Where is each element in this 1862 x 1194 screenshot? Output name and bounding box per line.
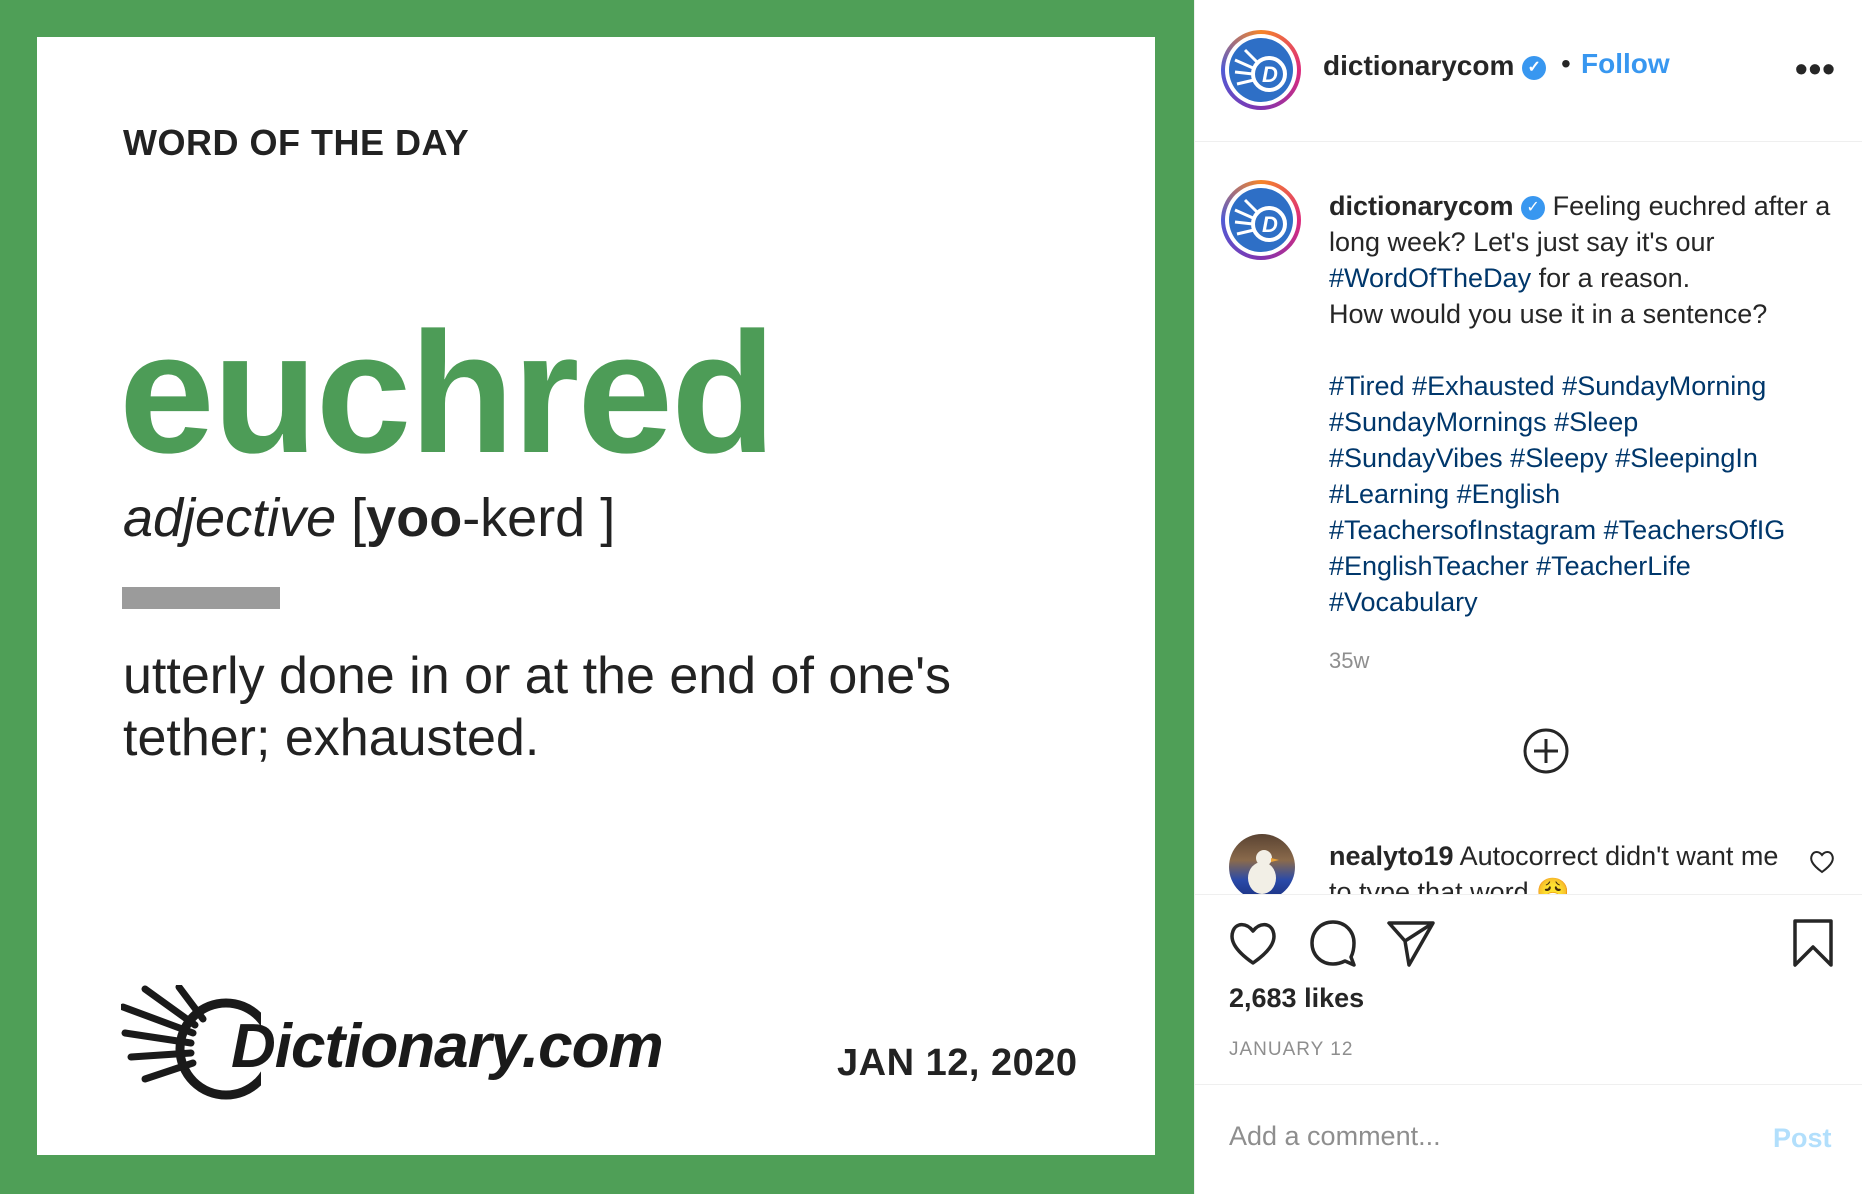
hashtag[interactable]: #SundayMornings: [1329, 407, 1547, 437]
hashtag[interactable]: #TeacherLife: [1536, 551, 1691, 581]
post-date[interactable]: JANUARY 12: [1229, 1039, 1353, 1061]
duck-photo-icon: [1248, 850, 1279, 894]
hashtag[interactable]: #Exhausted: [1412, 371, 1555, 401]
hashtag[interactable]: #Tired: [1329, 371, 1405, 401]
hashtag[interactable]: #TeachersOfIG: [1604, 515, 1786, 545]
definition: utterly done in or at the end of one's t…: [123, 647, 952, 767]
header-username-text[interactable]: dictionarycom: [1323, 50, 1514, 81]
pron-open-bracket: [: [351, 488, 367, 548]
post-actions: 2,683 likes JANUARY 12: [1195, 894, 1862, 1084]
svg-text:D: D: [1262, 62, 1278, 87]
pron-rest: -kerd: [462, 488, 586, 548]
share-paper-plane-icon[interactable]: [1385, 917, 1437, 969]
part-of-speech: adjective: [123, 488, 337, 548]
verified-badge-icon: ✓: [1521, 195, 1546, 220]
dictionary-avatar-icon: D: [1229, 188, 1293, 252]
comment-item: nealyto19 Autocorrect didn't want me to …: [1195, 820, 1862, 894]
dictionary-logo: Dictionary.com: [121, 985, 664, 1115]
header-separator: •: [1561, 48, 1571, 79]
more-options-icon[interactable]: •••: [1795, 48, 1836, 90]
commenter-avatar[interactable]: [1229, 834, 1295, 894]
card-date: JAN 12, 2020: [837, 1042, 1078, 1084]
load-more-comments-icon[interactable]: [1522, 727, 1570, 775]
hashtag[interactable]: #EnglishTeacher: [1329, 551, 1529, 581]
like-heart-icon[interactable]: [1227, 917, 1279, 969]
hashtag[interactable]: #SundayVibes: [1329, 443, 1503, 473]
likes-count[interactable]: 2,683 likes: [1229, 983, 1364, 1014]
caption-text-after: for a reason.: [1538, 263, 1691, 293]
add-comment-bar: Post: [1195, 1084, 1862, 1194]
caption-username[interactable]: dictionarycom: [1329, 191, 1514, 221]
divider-bar: [122, 587, 280, 609]
caption-question: How would you use it in a sentence?: [1329, 299, 1768, 329]
logo-wordmark: Dictionary.com: [231, 1012, 664, 1081]
post-header: D dictionarycom ✓ • Follow •••: [1195, 0, 1862, 142]
instagram-post: WORD OF THE DAY euchred adjective [yoo-k…: [0, 0, 1862, 1194]
verified-badge-icon: ✓: [1522, 55, 1547, 80]
pron-close-bracket: ]: [600, 488, 616, 548]
featured-word: euchred: [119, 297, 776, 489]
hashtag[interactable]: #English: [1457, 479, 1561, 509]
card-heading: WORD OF THE DAY: [123, 122, 470, 163]
caption-avatar[interactable]: D: [1221, 180, 1301, 260]
post-image[interactable]: WORD OF THE DAY euchred adjective [yoo-k…: [0, 0, 1194, 1194]
dictionary-avatar-icon: D: [1229, 38, 1293, 102]
pronunciation-line: adjective [yoo-kerd ]: [123, 487, 615, 549]
post-sidebar: D dictionarycom ✓ • Follow ••• D diction…: [1194, 0, 1862, 1194]
word-of-the-day-card: WORD OF THE DAY euchred adjective [yoo-k…: [37, 37, 1155, 1155]
comment-like-heart-icon[interactable]: [1809, 850, 1835, 874]
header-username[interactable]: dictionarycom ✓: [1323, 50, 1547, 82]
post-comment-button[interactable]: Post: [1773, 1123, 1832, 1154]
hashtag[interactable]: #Sleepy: [1510, 443, 1608, 473]
caption-timestamp[interactable]: 35w: [1329, 648, 1369, 674]
pron-stressed: yoo: [366, 488, 463, 548]
comment-bubble-icon[interactable]: [1307, 917, 1359, 969]
post-caption: dictionarycom ✓ Feeling euchred after a …: [1329, 188, 1849, 332]
svg-text:D: D: [1262, 212, 1278, 237]
hashtag[interactable]: #Learning: [1329, 479, 1449, 509]
hashtag[interactable]: #SleepingIn: [1615, 443, 1758, 473]
caption-hashtag[interactable]: #WordOfTheDay: [1329, 263, 1531, 293]
profile-avatar[interactable]: D: [1221, 30, 1301, 110]
commenter-username[interactable]: nealyto19: [1329, 841, 1454, 871]
hashtag[interactable]: #Vocabulary: [1329, 587, 1478, 617]
comment-text: nealyto19 Autocorrect didn't want me to …: [1329, 838, 1799, 894]
comment-input[interactable]: [1229, 1121, 1709, 1152]
hashtag[interactable]: #Sleep: [1554, 407, 1638, 437]
save-bookmark-icon[interactable]: [1787, 917, 1839, 969]
hashtag[interactable]: #SundayMorning: [1562, 371, 1766, 401]
hashtag-list: #Tired #Exhausted #SundayMorning #Sunday…: [1329, 368, 1849, 620]
follow-button[interactable]: Follow: [1581, 48, 1670, 80]
hashtag[interactable]: #TeachersofInstagram: [1329, 515, 1596, 545]
